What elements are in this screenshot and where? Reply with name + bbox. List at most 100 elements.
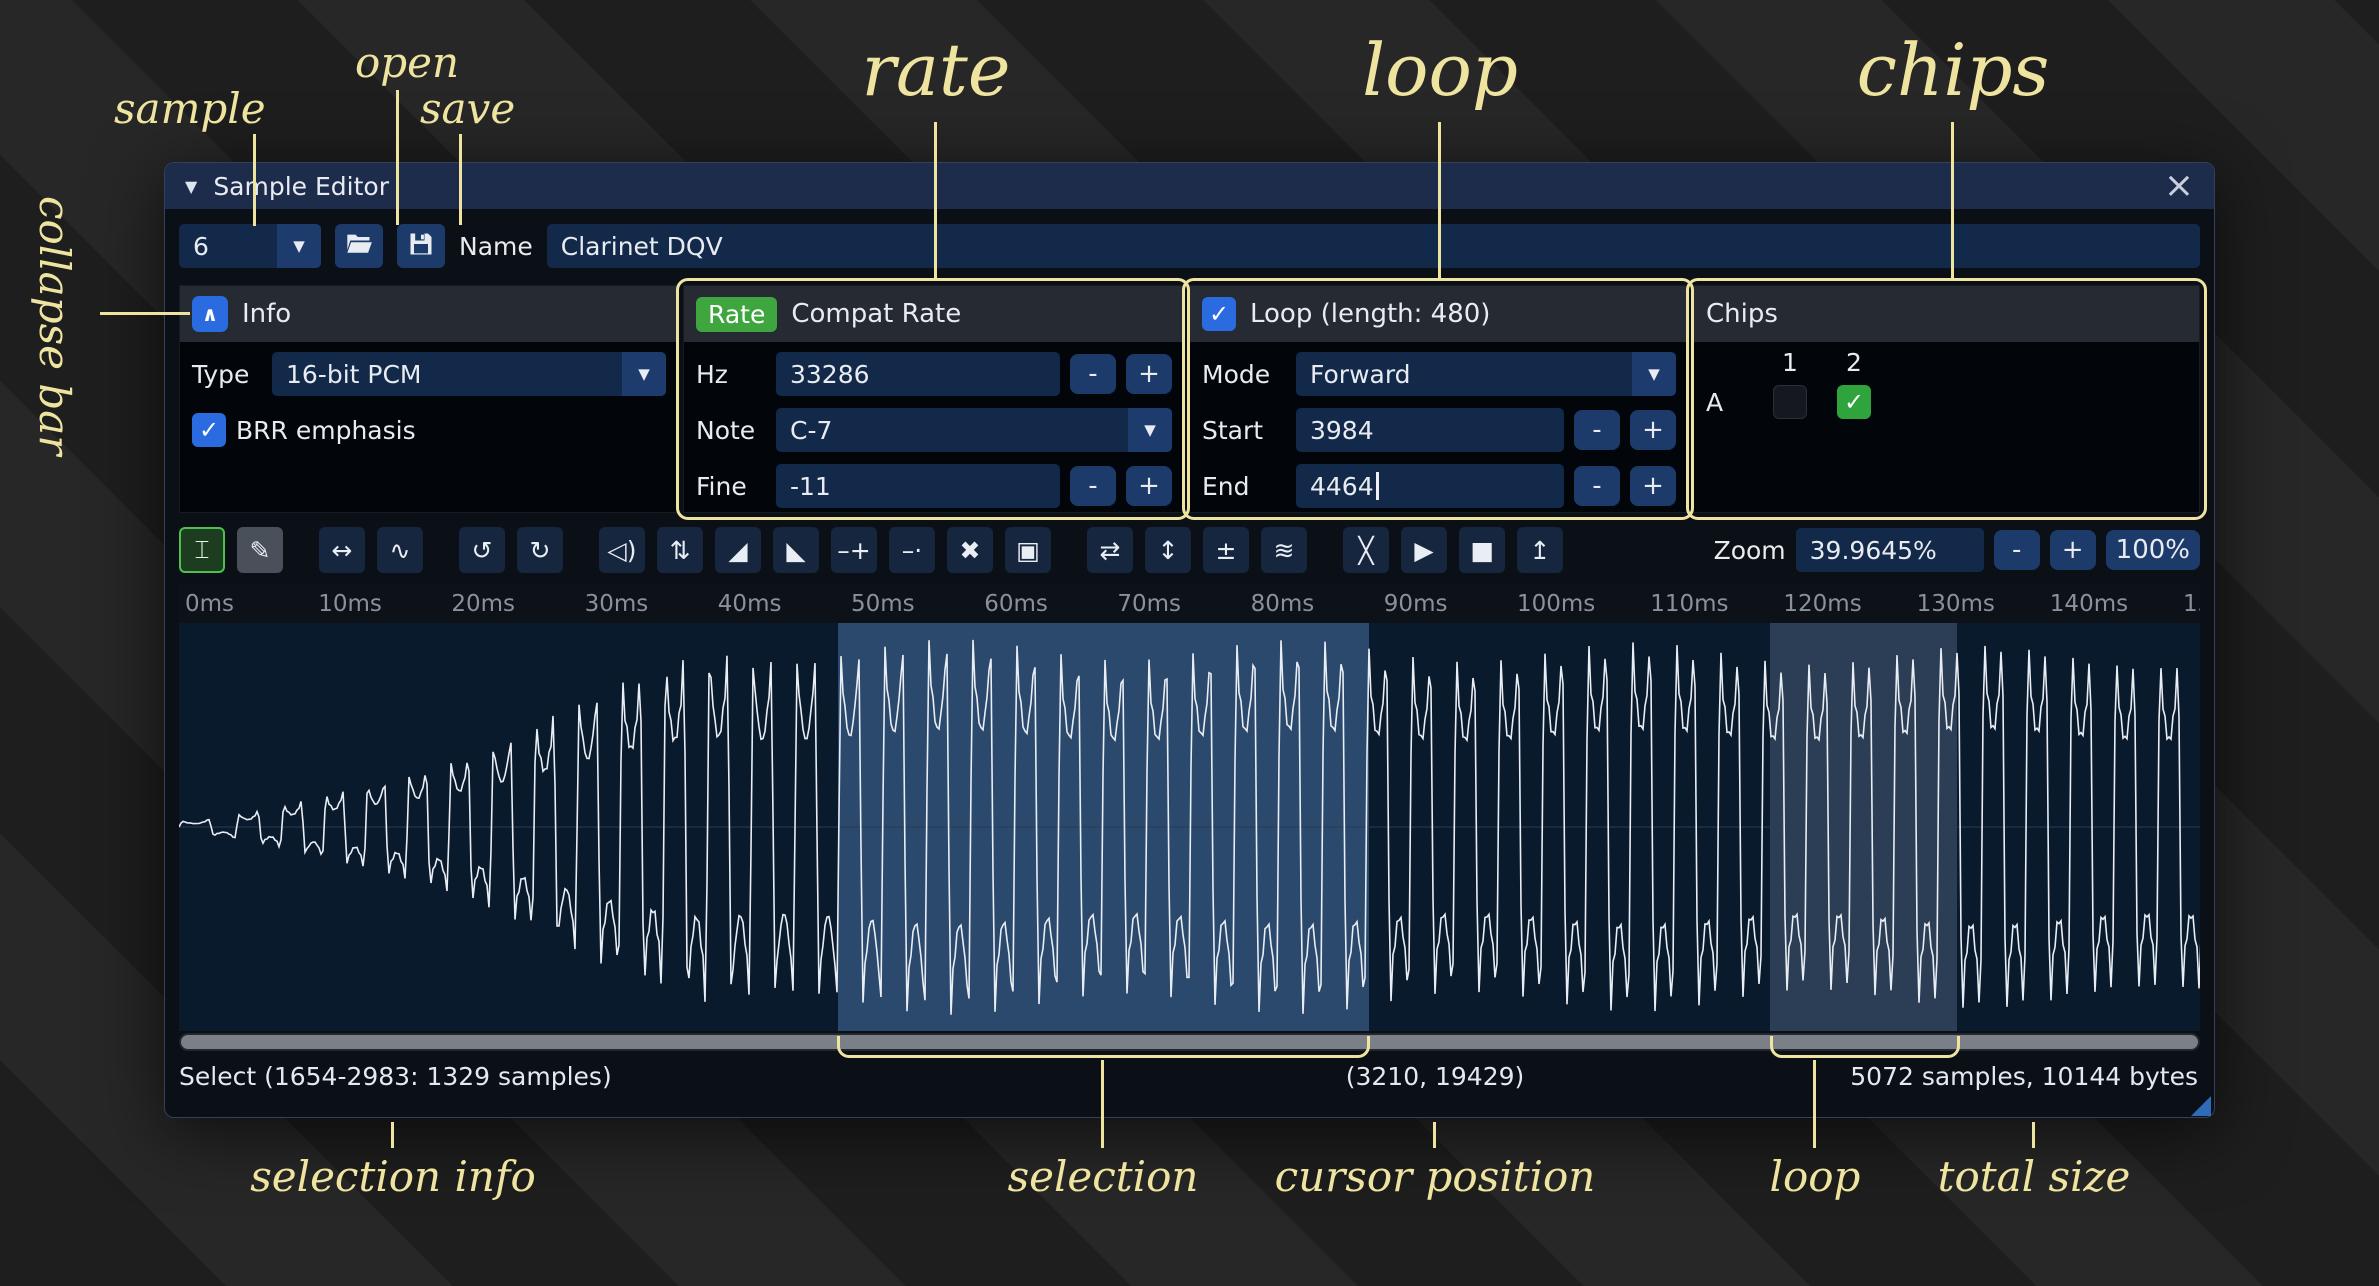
apply-silence-button[interactable]: –· <box>889 527 935 573</box>
chevron-down-icon: ▼ <box>1128 408 1172 452</box>
horizontal-scrollbar[interactable] <box>179 1033 2200 1051</box>
reverse-button[interactable]: ⇄ <box>1087 527 1133 573</box>
fine-input[interactable]: -11 <box>776 464 1060 508</box>
window-title: Sample Editor <box>213 172 389 201</box>
save-button[interactable] <box>397 224 445 268</box>
chip-1-checkbox[interactable] <box>1773 385 1807 419</box>
loop-end-decrease-button[interactable]: - <box>1574 466 1620 506</box>
sample-editor-window: ▼ Sample Editor × 6 ▼ Name Clarinet D <box>164 162 2215 1118</box>
sample-number-select[interactable]: 6 ▼ <box>179 224 321 268</box>
loop-end-input[interactable]: 4464 <box>1296 464 1564 508</box>
folder-open-icon <box>345 230 373 262</box>
hz-increase-button[interactable]: + <box>1126 354 1172 394</box>
brr-emphasis-label: BRR emphasis <box>236 416 416 445</box>
preview-button[interactable]: ▶ <box>1401 527 1447 573</box>
rate-badge-button[interactable]: Rate <box>696 297 777 332</box>
hz-decrease-button[interactable]: - <box>1070 354 1116 394</box>
zoom-value: 39.9645% <box>1810 536 1937 565</box>
zoom-in-button[interactable]: + <box>2050 530 2096 570</box>
zoom-out-button[interactable]: - <box>1994 530 2040 570</box>
trim-button[interactable]: ▣ <box>1005 527 1051 573</box>
timeline-tick: 110ms <box>1650 591 1728 617</box>
delete-button[interactable]: ✖ <box>947 527 993 573</box>
loop-start-increase-button[interactable]: + <box>1630 410 1676 450</box>
scrollbar-thumb[interactable] <box>181 1035 2198 1049</box>
check-icon: ✓ <box>1209 300 1229 328</box>
amplify-button[interactable]: ◁) <box>599 527 645 573</box>
fade-out-button[interactable]: ◣ <box>773 527 819 573</box>
zoom-reset-button[interactable]: 100% <box>2106 530 2200 570</box>
name-input[interactable]: Clarinet DQV <box>547 224 2200 268</box>
normalize-button[interactable]: ⇅ <box>657 527 703 573</box>
loop-end-increase-button[interactable]: + <box>1630 466 1676 506</box>
resample-button[interactable]: ∿ <box>377 527 423 573</box>
annotation-line-total-size <box>2032 1122 2035 1148</box>
redo-button[interactable]: ↻ <box>517 527 563 573</box>
note-value: C-7 <box>776 408 1128 452</box>
info-panel: ∧ Info Type 16-bit PCM ▼ ✓ <box>179 285 679 513</box>
loop-start-label: Start <box>1202 416 1286 445</box>
collapse-info-button[interactable]: ∧ <box>192 296 228 332</box>
undo-button[interactable]: ↺ <box>459 527 505 573</box>
timeline-tick: 50ms <box>851 591 915 617</box>
timeline-tick: 140ms <box>2050 591 2128 617</box>
timeline-tick: 30ms <box>585 591 649 617</box>
annotation-loop: loop <box>1362 28 1518 112</box>
loop-panel: ✓ Loop (length: 480) Mode Forward ▼ Star… <box>1189 285 1689 513</box>
toolbar-buttons: ⌶ ✎ ↔ ∿ ↺ ↻ ◁) ⇅ ◢ ◣ –+ –· ✖ ▣ ⇄ ↕ ± ≋ ╳ ▶ ■ ↥ <box>179 527 1563 573</box>
waveform-area[interactable] <box>179 623 2200 1031</box>
check-icon: ✓ <box>199 416 219 444</box>
timeline-tick: 40ms <box>718 591 782 617</box>
window-collapse-icon[interactable]: ▼ <box>185 177 197 196</box>
close-icon[interactable]: × <box>2164 168 2194 204</box>
crossfade-loop-button[interactable]: ╳ <box>1343 527 1389 573</box>
upload-to-chip-button[interactable]: ↥ <box>1517 527 1563 573</box>
loop-mode-select[interactable]: Forward ▼ <box>1296 352 1676 396</box>
fade-in-button[interactable]: ◢ <box>715 527 761 573</box>
fine-label: Fine <box>696 472 766 501</box>
filter-button[interactable]: ≋ <box>1261 527 1307 573</box>
invert-button[interactable]: ↕ <box>1145 527 1191 573</box>
sign-convert-button[interactable]: ± <box>1203 527 1249 573</box>
chip-column-2-label: 2 <box>1822 348 1886 377</box>
check-icon: ✓ <box>1844 388 1864 416</box>
note-label: Note <box>696 416 766 445</box>
hz-input[interactable]: 33286 <box>776 352 1060 396</box>
window-content: 6 ▼ Name Clarinet DQV ∧ <box>165 209 2214 1119</box>
insert-silence-button[interactable]: –+ <box>831 527 877 573</box>
loop-enable-checkbox[interactable]: ✓ <box>1202 297 1236 331</box>
chevron-down-icon: ▼ <box>1632 352 1676 396</box>
fine-value: -11 <box>790 472 831 501</box>
waveform-svg <box>179 623 2200 1031</box>
sample-number-value: 6 <box>179 224 277 268</box>
loop-start-decrease-button[interactable]: - <box>1574 410 1620 450</box>
timeline-tick: 130ms <box>1917 591 1995 617</box>
open-button[interactable] <box>335 224 383 268</box>
panels-row: ∧ Info Type 16-bit PCM ▼ ✓ <box>179 285 2200 513</box>
annotation-save: save <box>420 84 515 133</box>
fine-decrease-button[interactable]: - <box>1070 466 1116 506</box>
fine-increase-button[interactable]: + <box>1126 466 1172 506</box>
draw-mode-button[interactable]: ✎ <box>237 527 283 573</box>
timeline-tick: 0ms <box>185 591 234 617</box>
info-panel-header: ∧ Info <box>180 286 678 342</box>
rate-panel-header: Rate Compat Rate <box>684 286 1184 342</box>
note-select[interactable]: C-7 ▼ <box>776 408 1172 452</box>
brr-emphasis-checkbox[interactable]: ✓ <box>192 413 226 447</box>
total-size-text: 5072 samples, 10144 bytes <box>1850 1062 2198 1091</box>
annotation-selection-info: selection info <box>250 1152 536 1201</box>
resize-button[interactable]: ↔ <box>319 527 365 573</box>
stop-preview-button[interactable]: ■ <box>1459 527 1505 573</box>
chip-2-checkbox[interactable]: ✓ <box>1837 385 1871 419</box>
annotation-loop-marker: loop <box>1770 1152 1861 1201</box>
type-select[interactable]: 16-bit PCM ▼ <box>272 352 666 396</box>
select-mode-button[interactable]: ⌶ <box>179 527 225 573</box>
resize-grip[interactable] <box>2191 1096 2211 1116</box>
timeline-tick: 100ms <box>1517 591 1595 617</box>
zoom-input[interactable]: 39.9645% <box>1796 528 1984 572</box>
chips-panel-header: Chips <box>1694 286 2199 342</box>
loop-end-label: End <box>1202 472 1286 501</box>
loop-start-input[interactable]: 3984 <box>1296 408 1564 452</box>
timeline-tick: 20ms <box>451 591 515 617</box>
loop-mode-value: Forward <box>1296 352 1632 396</box>
